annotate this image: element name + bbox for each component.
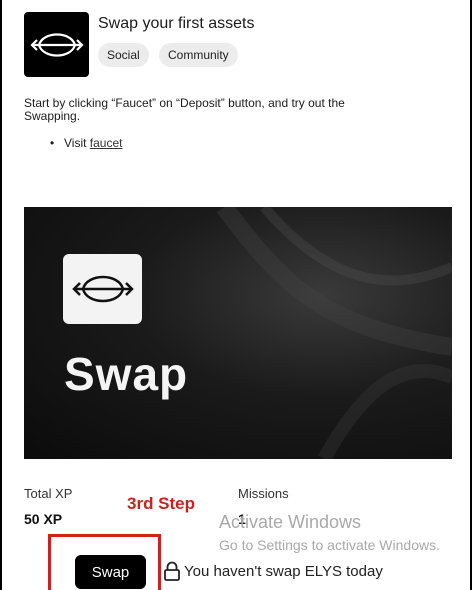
swap-arrows-icon bbox=[71, 275, 134, 303]
swap-arrows-icon bbox=[29, 32, 84, 57]
swap-button[interactable]: Swap bbox=[75, 555, 146, 589]
bullet: • bbox=[50, 136, 55, 150]
banner-title: Swap bbox=[64, 348, 189, 400]
lock-icon bbox=[164, 561, 180, 581]
step-annotation: 3rd Step bbox=[127, 494, 196, 513]
mission-description: Start by clicking “Faucet” on “Deposit” … bbox=[24, 96, 345, 123]
missions-label: Missions bbox=[238, 486, 289, 501]
swap-banner: Swap bbox=[24, 207, 452, 459]
faucet-link[interactable]: faucet bbox=[90, 136, 123, 150]
visit-label: Visit bbox=[64, 136, 87, 150]
mission-card: Swap your first assets Social Community … bbox=[0, 0, 472, 590]
total-xp-label: Total XP bbox=[24, 486, 73, 501]
banner-wave-decoration bbox=[216, 207, 452, 459]
mission-logo bbox=[24, 12, 89, 77]
tag-social[interactable]: Social bbox=[98, 43, 149, 67]
total-xp-value: 50 XP bbox=[24, 511, 63, 527]
banner-logo bbox=[63, 254, 142, 324]
tag-community[interactable]: Community bbox=[159, 43, 238, 67]
mission-title: Swap your first assets bbox=[98, 15, 255, 32]
swap-status-text: You haven't swap ELYS today bbox=[184, 563, 383, 580]
activate-windows-subtitle: Go to Settings to activate Windows. bbox=[219, 537, 440, 553]
activate-windows-title: Activate Windows bbox=[219, 512, 362, 532]
